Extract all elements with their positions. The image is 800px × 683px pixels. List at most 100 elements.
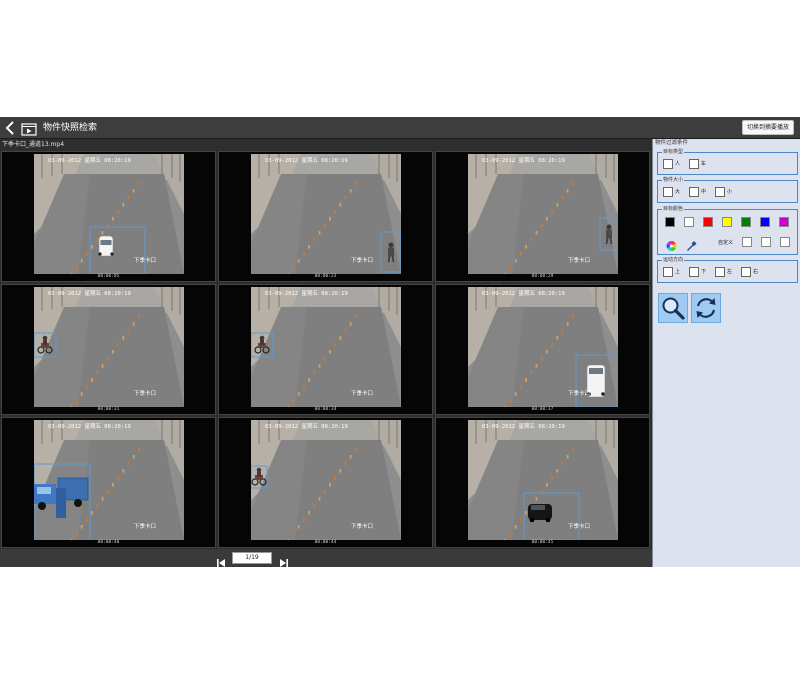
color-swatch[interactable]	[722, 217, 732, 227]
overlay-location: 下季卡口	[568, 524, 591, 530]
prev-page-button[interactable]	[216, 553, 226, 567]
overlay-datetime: 03-09-2012 星期五 08:20:19	[265, 424, 348, 431]
snapshot-thumbnail[interactable]: 03-09-2012 星期五 08:20:19 下季卡口 00:00:29	[435, 151, 650, 282]
target-color-group: 目标颜色 自定义	[657, 206, 798, 255]
direction-down-label: 下	[701, 269, 707, 275]
snapshot-timestamp: 00:00:31	[97, 407, 120, 412]
overlay-location: 下季卡口	[568, 391, 591, 397]
target-type-label: 目标类型	[662, 149, 685, 156]
size-small-checkbox[interactable]	[715, 187, 725, 197]
direction-right-checkbox[interactable]	[741, 267, 751, 277]
snapshot-timestamp: 00:00:44	[314, 540, 337, 545]
snapshot-thumbnail[interactable]: 03-09-2012 星期五 08:20:19 下季卡口 00:00:44	[218, 417, 433, 548]
filter-panel-title: 物件过滤条件	[655, 140, 689, 146]
skip-back-icon	[217, 559, 225, 567]
snapshot-timestamp: 00:00:34	[314, 407, 337, 412]
direction-down-checkbox[interactable]	[689, 267, 699, 277]
overlay-datetime: 03-09-2012 星期五 08:20:19	[48, 424, 131, 431]
color-wheel-button[interactable]	[665, 237, 678, 251]
size-large-checkbox[interactable]	[663, 187, 673, 197]
overlay-datetime: 03-09-2012 星期五 08:20:19	[482, 291, 565, 298]
overlay-day: 星期五	[84, 424, 101, 430]
overlay-date: 03-09-2012	[482, 291, 516, 297]
color-wheel-icon	[666, 241, 677, 251]
snapshot-thumbnail[interactable]: 03-09-2012 星期五 08:20:19 下季卡口 00:00:34	[218, 284, 433, 415]
snapshot-frame: 03-09-2012 星期五 08:20:19 下季卡口	[251, 287, 401, 407]
target-color-label: 目标颜色	[662, 206, 685, 213]
snapshot-thumbnail[interactable]: 03-09-2012 星期五 08:20:19 下季卡口 00:00:45	[435, 417, 650, 548]
overlay-datetime: 03-09-2012 星期五 08:20:19	[48, 291, 131, 298]
snapshot-thumbnail[interactable]: 03-09-2012 星期五 08:20:19 下季卡口 00:00:40	[1, 417, 216, 548]
size-medium-checkbox[interactable]	[689, 187, 699, 197]
eyedropper-icon	[687, 241, 697, 251]
color-swatch[interactable]	[741, 217, 751, 227]
next-page-button[interactable]	[279, 553, 289, 567]
overlay-datetime: 03-09-2012 星期五 08:20:19	[482, 158, 565, 165]
page-indicator[interactable]: 1/19	[232, 552, 272, 564]
overlay-datetime: 03-09-2012 星期五 08:20:19	[265, 291, 348, 298]
direction-group: 运动方向 上 下 左 右	[657, 257, 798, 283]
snapshot-timestamp: 00:00:23	[314, 274, 337, 279]
eyedropper-button[interactable]	[685, 237, 698, 251]
overlay-clock: 08:20:19	[321, 158, 348, 164]
file-name: 下季卡口_通道13.mp4	[2, 141, 65, 148]
direction-label: 运动方向	[662, 257, 685, 264]
custom-color-slot-2[interactable]	[761, 237, 771, 247]
overlay-location: 下季卡口	[134, 524, 157, 530]
snapshot-frame: 03-09-2012 星期五 08:20:19 下季卡口	[468, 154, 618, 274]
size-medium-label: 中	[701, 189, 707, 195]
overlay-date: 03-09-2012	[48, 291, 82, 297]
overlay-clock: 08:20:19	[104, 158, 131, 164]
snapshot-timestamp: 00:00:37	[531, 407, 554, 412]
snapshot-thumbnail[interactable]: 03-09-2012 星期五 08:20:19 下季卡口 00:00:05	[1, 151, 216, 282]
type-person-label: 人	[675, 161, 681, 167]
overlay-day: 星期五	[518, 291, 535, 297]
reset-button[interactable]	[691, 293, 721, 323]
color-swatch[interactable]	[665, 217, 675, 227]
direction-left-checkbox[interactable]	[715, 267, 725, 277]
snapshot-frame: 03-09-2012 星期五 08:20:19 下季卡口	[251, 420, 401, 540]
overlay-day: 星期五	[301, 424, 318, 430]
snapshot-thumbnail[interactable]: 03-09-2012 星期五 08:20:19 下季卡口 00:00:37	[435, 284, 650, 415]
overlay-date: 03-09-2012	[265, 291, 299, 297]
app-window: 物件快照检索 切换到摘要播放 下季卡口_通道13.mp4 03-09-2012 …	[0, 117, 800, 567]
overlay-day: 星期五	[84, 291, 101, 297]
overlay-clock: 08:20:19	[104, 291, 131, 297]
switch-to-summary-button[interactable]: 切换到摘要播放	[741, 120, 794, 135]
size-small-label: 小	[727, 189, 733, 195]
pager: 1/19	[0, 549, 652, 567]
overlay-date: 03-09-2012	[482, 158, 516, 164]
type-vehicle-label: 车	[701, 161, 707, 167]
direction-up-checkbox[interactable]	[663, 267, 673, 277]
custom-color-slot-1[interactable]	[742, 237, 752, 247]
color-swatch[interactable]	[779, 217, 789, 227]
back-button[interactable]	[3, 119, 17, 137]
overlay-date: 03-09-2012	[482, 424, 516, 430]
search-button[interactable]	[658, 293, 688, 323]
overlay-location: 下季卡口	[351, 524, 374, 530]
snapshot-frame: 03-09-2012 星期五 08:20:19 下季卡口	[251, 154, 401, 274]
snapshot-thumbnail[interactable]: 03-09-2012 星期五 08:20:19 下季卡口 00:00:23	[218, 151, 433, 282]
filter-panel: 物件过滤条件 目标类型 人 车 物件大小 大 中 小 目标颜色 自定义 运动方向…	[652, 139, 800, 567]
overlay-date: 03-09-2012	[265, 158, 299, 164]
target-type-group: 目标类型 人 车	[657, 149, 798, 175]
custom-color-slot-3[interactable]	[780, 237, 790, 247]
video-folder-icon	[21, 121, 37, 136]
color-swatch[interactable]	[760, 217, 770, 227]
overlay-location: 下季卡口	[134, 391, 157, 397]
overlay-datetime: 03-09-2012 星期五 08:20:19	[48, 158, 131, 165]
type-vehicle-checkbox[interactable]	[689, 159, 699, 169]
snapshot-thumbnail[interactable]: 03-09-2012 星期五 08:20:19 下季卡口 00:00:31	[1, 284, 216, 415]
type-person-checkbox[interactable]	[663, 159, 673, 169]
overlay-datetime: 03-09-2012 星期五 08:20:19	[482, 424, 565, 431]
object-size-label: 物件大小	[662, 177, 685, 184]
title-bar: 物件快照检索 切换到摘要播放	[0, 117, 800, 139]
color-swatch[interactable]	[703, 217, 713, 227]
skip-forward-icon	[280, 559, 288, 567]
main-area: 下季卡口_通道13.mp4 03-09-2012 星期五 08:20:19 下季卡…	[0, 139, 652, 567]
overlay-location: 下季卡口	[351, 258, 374, 264]
refresh-icon	[696, 298, 716, 318]
color-swatch[interactable]	[684, 217, 694, 227]
page-title: 物件快照检索	[43, 123, 98, 133]
snapshot-frame: 03-09-2012 星期五 08:20:19 下季卡口	[468, 287, 618, 407]
